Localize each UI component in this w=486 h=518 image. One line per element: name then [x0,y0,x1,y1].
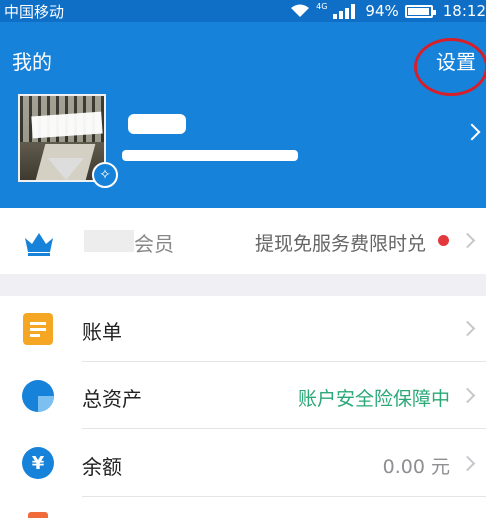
status-right: 4G 94% 18:12 [290,1,486,21]
annotation-circle [414,38,486,96]
chevron-right-icon [459,232,476,249]
bill-icon [23,313,53,345]
membership-label: 会员 [134,232,174,256]
redacted-username [128,114,186,134]
battery-icon [404,4,436,18]
redacted-email [122,150,298,161]
chevron-right-icon [459,387,476,404]
notification-dot [438,235,449,246]
network-type: 4G [316,1,328,11]
pie-chart-icon [22,380,54,412]
balance-amount: 0.00 元 [382,456,450,478]
assets-label: 总资产 [82,387,142,411]
chevron-right-icon [459,320,476,337]
balance-label: 余额 [82,455,122,479]
bill-label: 账单 [82,320,122,344]
profile-header: 我的 设置 ✧ [0,22,486,208]
redacted-member-label [84,230,134,252]
avatar-triangle [48,158,84,180]
bill-row[interactable]: 账单 [0,296,486,362]
membership-row[interactable]: 会员 提现免服务费限时兑 [0,208,486,274]
chevron-right-icon [459,455,476,472]
status-bar: 中国移动 4G 94% 18:12 [0,0,486,22]
assets-status: 账户安全险保障中 [297,388,450,410]
yuan-icon: ¥ [22,447,54,479]
profile-chevron-icon[interactable] [463,123,481,141]
crown-icon [25,233,53,256]
verified-badge-icon: ✧ [92,162,118,188]
carrier-label: 中国移动 [4,3,65,21]
battery-percent: 94% [365,2,399,20]
assets-row[interactable]: 总资产 账户安全险保障中 [0,362,486,429]
signal-icon [333,4,356,19]
clock: 18:12 [442,2,486,20]
next-row-partial[interactable] [0,497,486,518]
page-title: 我的 [12,50,52,74]
balance-row[interactable]: ¥ 余额 0.00 元 [0,429,486,497]
membership-promo: 提现免服务费限时兑 [254,233,426,255]
wifi-icon [291,4,310,17]
partial-orange-icon [28,512,48,518]
